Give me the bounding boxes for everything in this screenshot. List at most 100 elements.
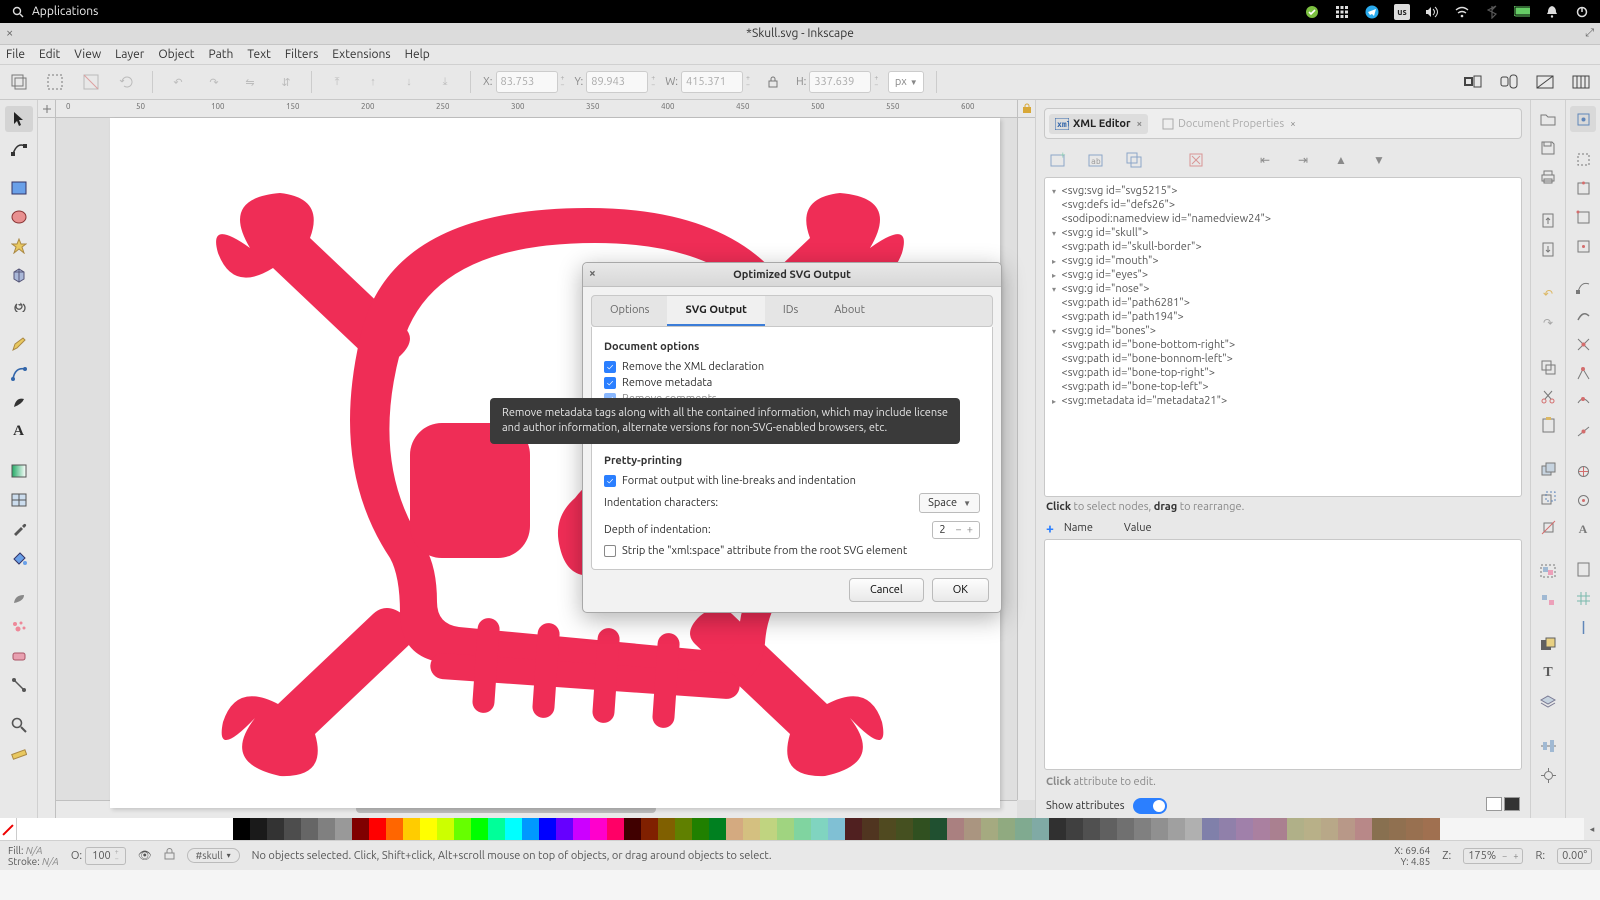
color-swatch[interactable]	[709, 818, 726, 840]
color-swatch[interactable]	[1168, 818, 1185, 840]
measure-tool-icon[interactable]	[5, 741, 33, 767]
ruler-corner[interactable]	[38, 100, 56, 118]
xml-tree[interactable]: ▾ <svg:svg id="svg5215"> <svg:defs id="d…	[1044, 177, 1522, 497]
color-swatch[interactable]	[1355, 818, 1372, 840]
ungroup-icon[interactable]	[1535, 587, 1561, 613]
move-patterns-icon[interactable]	[1568, 69, 1594, 95]
checkbox-strip-xmlspace[interactable]: Strip the "xml:space" attribute from the…	[604, 543, 980, 559]
color-swatch[interactable]	[318, 818, 335, 840]
color-swatch[interactable]	[16, 818, 216, 840]
color-swatch[interactable]	[896, 818, 913, 840]
color-swatch[interactable]	[658, 818, 675, 840]
dropper-tool-icon[interactable]	[5, 516, 33, 542]
applications-label[interactable]: Applications	[32, 5, 98, 18]
align-icon[interactable]	[1535, 733, 1561, 759]
select-all-layers-icon[interactable]	[6, 69, 32, 95]
export-icon[interactable]	[1535, 237, 1561, 263]
undo-icon[interactable]: ↶	[1535, 281, 1561, 307]
snap-rotation-icon[interactable]	[1570, 487, 1596, 513]
ellipse-tool-icon[interactable]	[5, 204, 33, 230]
menu-object[interactable]: Object	[158, 48, 194, 61]
color-swatch[interactable]	[1304, 818, 1321, 840]
snap-bbox-corner-icon[interactable]	[1570, 204, 1596, 230]
star-tool-icon[interactable]	[5, 233, 33, 259]
deselect-icon[interactable]	[78, 69, 104, 95]
color-swatch[interactable]	[522, 818, 539, 840]
rotate-selection-icon[interactable]	[114, 69, 140, 95]
color-swatch[interactable]	[947, 818, 964, 840]
tab-svg-output[interactable]: SVG Output	[667, 296, 764, 326]
raise-top-icon[interactable]: ⤒	[324, 69, 350, 95]
color-swatch[interactable]	[386, 818, 403, 840]
color-swatch[interactable]	[505, 818, 522, 840]
xml-node[interactable]: ▸ <svg:g id="eyes">	[1049, 268, 1517, 282]
cancel-button[interactable]: Cancel	[849, 578, 924, 602]
snap-center-icon[interactable]	[1570, 458, 1596, 484]
color-swatch[interactable]	[743, 818, 760, 840]
xml-node[interactable]: ▾ <svg:g id="skull">	[1049, 226, 1517, 240]
xml-node[interactable]: <svg:path id="path6281">	[1049, 296, 1517, 310]
color-swatch[interactable]	[862, 818, 879, 840]
color-swatch[interactable]	[454, 818, 471, 840]
snap-smooth-icon[interactable]	[1570, 389, 1596, 415]
color-swatch[interactable]	[607, 818, 624, 840]
color-swatch[interactable]	[556, 818, 573, 840]
color-swatch[interactable]	[1117, 818, 1134, 840]
close-icon[interactable]: ×	[1290, 118, 1296, 129]
xml-node[interactable]: <sodipodi:namedview id="namedview24">	[1049, 212, 1517, 226]
color-swatch[interactable]	[1287, 818, 1304, 840]
search-icon[interactable]	[10, 4, 26, 20]
power-icon[interactable]	[1574, 4, 1590, 20]
selector-tool-icon[interactable]	[5, 106, 33, 132]
color-swatch[interactable]	[1066, 818, 1083, 840]
y-input[interactable]	[586, 71, 648, 93]
layout-horizontal-icon[interactable]	[1486, 797, 1502, 811]
color-swatch[interactable]	[675, 818, 692, 840]
color-swatch[interactable]	[879, 818, 896, 840]
xml-node[interactable]: <svg:path id="skull-border">	[1049, 240, 1517, 254]
color-swatch[interactable]	[1253, 818, 1270, 840]
rotation-input[interactable]: 0.00°	[1557, 848, 1592, 864]
color-swatch[interactable]	[420, 818, 437, 840]
color-swatch[interactable]	[1151, 818, 1168, 840]
window-close-icon[interactable]: ×	[6, 26, 13, 40]
color-swatch[interactable]	[1236, 818, 1253, 840]
menu-text[interactable]: Text	[247, 48, 271, 61]
new-text-node-icon[interactable]: ab	[1084, 147, 1110, 173]
group-icon[interactable]	[1535, 558, 1561, 584]
duplicate-icon[interactable]	[1535, 456, 1561, 482]
color-swatch[interactable]	[998, 818, 1015, 840]
connector-tool-icon[interactable]	[5, 672, 33, 698]
layer-selector[interactable]: #skull▾	[187, 848, 240, 863]
color-swatch[interactable]	[250, 818, 267, 840]
save-icon[interactable]	[1535, 135, 1561, 161]
color-swatch[interactable]	[1032, 818, 1049, 840]
color-swatch[interactable]	[573, 818, 590, 840]
w-input[interactable]	[681, 71, 743, 93]
menu-view[interactable]: View	[74, 48, 101, 61]
color-swatch[interactable]	[913, 818, 930, 840]
layout-vertical-icon[interactable]	[1504, 797, 1520, 811]
color-swatch[interactable]	[845, 818, 862, 840]
color-swatch[interactable]	[233, 818, 250, 840]
color-swatch[interactable]	[488, 818, 505, 840]
x-input[interactable]	[496, 71, 558, 93]
unlink-clone-icon[interactable]	[1535, 514, 1561, 540]
pencil-tool-icon[interactable]	[5, 331, 33, 357]
color-swatch[interactable]	[811, 818, 828, 840]
calligraphy-tool-icon[interactable]	[5, 389, 33, 415]
xml-node[interactable]: ▸ <svg:g id="mouth">	[1049, 254, 1517, 268]
xml-node[interactable]: <svg:path id="path194">	[1049, 310, 1517, 324]
wifi-icon[interactable]	[1454, 4, 1470, 20]
snap-midpoint-icon[interactable]	[1570, 418, 1596, 444]
snap-bbox-midpoint-icon[interactable]	[1570, 233, 1596, 259]
color-swatch[interactable]	[828, 818, 845, 840]
dialog-title-bar[interactable]: × Optimized SVG Output	[583, 263, 1001, 287]
color-swatch[interactable]	[726, 818, 743, 840]
color-swatch[interactable]	[641, 818, 658, 840]
snap-bbox-icon[interactable]	[1570, 146, 1596, 172]
move-down-icon[interactable]: ▼	[1366, 147, 1392, 173]
snap-bbox-edge-icon[interactable]	[1570, 175, 1596, 201]
text-tool-icon[interactable]: A	[5, 418, 33, 444]
sound-icon[interactable]	[1424, 4, 1440, 20]
